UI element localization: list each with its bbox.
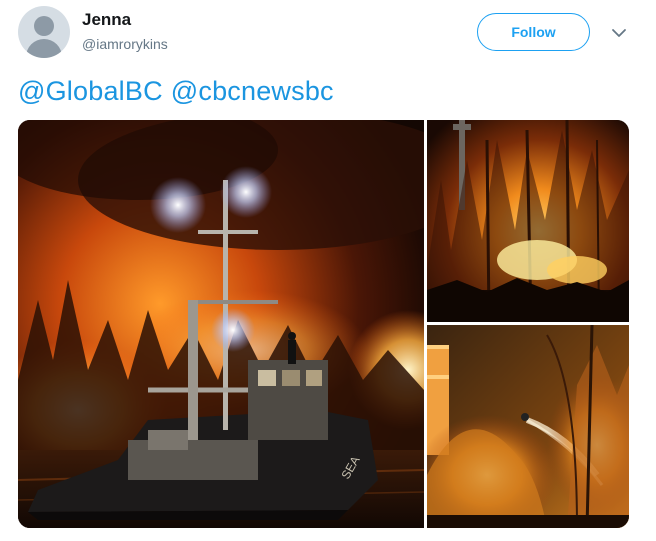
user-handle[interactable]: @iamrorykins	[82, 36, 168, 52]
mention-link[interactable]: @cbcnewsbc	[171, 76, 334, 106]
avatar-body-shape	[26, 39, 62, 58]
avatar-head-shape	[34, 16, 54, 36]
chevron-down-icon[interactable]	[610, 24, 628, 42]
tweet-text: @GlobalBC @cbcnewsbc	[18, 76, 342, 107]
user-name[interactable]: Jenna	[82, 10, 131, 30]
avatar[interactable]	[18, 6, 70, 58]
firefighting-water-photo[interactable]	[427, 325, 629, 528]
mention-link[interactable]: @GlobalBC	[18, 76, 163, 106]
forest-fire-photo[interactable]	[427, 120, 629, 322]
tugboat-fire-photo[interactable]: SEA	[18, 120, 424, 528]
tweet-media-grid: SEA	[18, 120, 629, 528]
follow-button[interactable]: Follow	[477, 13, 590, 51]
